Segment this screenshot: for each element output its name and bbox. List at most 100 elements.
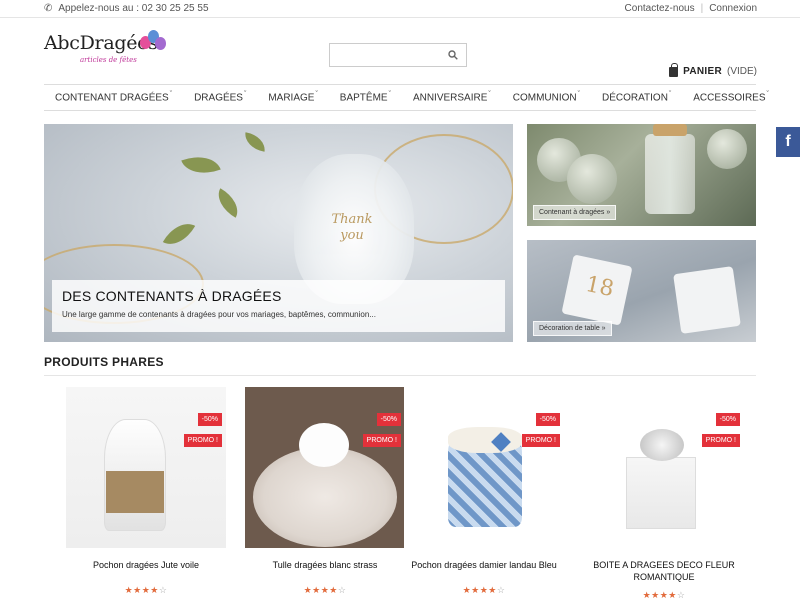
search-button[interactable] — [440, 44, 466, 66]
nav-label: MARIAGE — [268, 92, 315, 104]
star-icon: ☆ — [496, 585, 506, 595]
product-title[interactable]: BOITE A DRAGEES DECO FLEUR ROMANTIQUE — [584, 559, 744, 583]
cart[interactable]: PANIER (VIDE) — [669, 62, 757, 77]
contact-link[interactable]: Contactez-nous — [625, 3, 695, 14]
side-banner-label[interactable]: Décoration de table » — [533, 321, 612, 336]
section-title: PRODUITS PHARES — [44, 355, 164, 369]
login-link[interactable]: Connexion — [709, 3, 757, 14]
cactus-decoration — [707, 129, 747, 169]
box-shape — [626, 457, 696, 529]
hero-banner[interactable]: Thank you DES CONTENANTS À DRAGÉES Une l… — [44, 124, 513, 342]
discount-badge: -50% — [535, 413, 560, 426]
pouch-top — [448, 427, 522, 453]
chevron-down-icon: ˇ — [388, 91, 391, 99]
top-bar: ✆ Appelez-nous au : 02 30 25 25 55 Conta… — [0, 0, 800, 18]
nav-item-communion[interactable]: COMMUNIONˇ — [502, 91, 591, 103]
star-icon: ★★★★ — [462, 585, 497, 595]
nav-item-mariage[interactable]: MARIAGEˇ — [257, 91, 328, 103]
product-card[interactable]: -50% PROMO ! Tulle dragées blanc strass … — [245, 387, 405, 596]
side-banner-decoration[interactable]: 18 Décoration de table » — [527, 240, 756, 342]
top-links: Contactez-nous | Connexion — [625, 3, 757, 14]
star-icon: ★★★★ — [303, 585, 338, 595]
side-banner-label[interactable]: Contenant à dragées » — [533, 205, 617, 220]
chevron-down-icon: ˇ — [243, 91, 247, 99]
number-decoration: 18 — [583, 271, 616, 303]
facebook-icon[interactable]: f — [776, 127, 800, 157]
nav-label: DÉCORATION — [601, 92, 668, 104]
discount-badge: -50% — [197, 413, 222, 426]
chevron-down-icon: ˇ — [577, 91, 580, 99]
balloons-icon — [140, 30, 166, 52]
star-icon: ★★★★ — [642, 590, 677, 600]
discount-badge: -50% — [715, 413, 740, 426]
leaf-decoration — [211, 188, 245, 218]
discount-badge: -50% — [376, 413, 401, 426]
product-image[interactable]: -50% PROMO ! — [66, 387, 226, 548]
cart-label: PANIER — [683, 66, 722, 77]
flower-decoration — [640, 429, 684, 461]
side-banner-contenant[interactable]: Contenant à dragées » — [527, 124, 756, 226]
product-image[interactable]: -50% PROMO ! — [404, 387, 564, 548]
product-image[interactable]: -50% PROMO ! — [584, 387, 744, 548]
search-box — [329, 43, 467, 67]
header: AbcDragées articles de fêtes PANIER (VID… — [0, 18, 800, 82]
jute-band — [106, 471, 164, 513]
shopping-bag-icon — [669, 62, 679, 77]
phone-icon: ✆ — [44, 3, 53, 14]
plate-decoration: 18 — [561, 254, 633, 326]
nav-label: COMMUNION — [512, 92, 577, 104]
chevron-down-icon: ˇ — [169, 91, 173, 99]
leaf-decoration — [181, 148, 221, 182]
star-icon: ☆ — [158, 585, 168, 595]
nav-label: ANNIVERSAIRE — [412, 92, 488, 104]
hero-title: DES CONTENANTS À DRAGÉES — [62, 288, 282, 304]
top-separator: | — [700, 3, 704, 14]
nav-item-dragees[interactable]: DRAGÉESˇ — [183, 91, 257, 103]
product-title[interactable]: Pochon dragées damier landau Bleu — [404, 559, 564, 571]
nav-item-contenant-dragees[interactable]: CONTENANT DRAGÉESˇ — [44, 91, 183, 103]
star-icon: ☆ — [337, 585, 347, 595]
promo-badge: PROMO ! — [521, 434, 560, 447]
chevron-down-icon: ˇ — [488, 91, 491, 99]
product-title[interactable]: Pochon dragées Jute voile — [66, 559, 226, 571]
product-image[interactable]: -50% PROMO ! — [245, 387, 405, 548]
promo-badge: PROMO ! — [362, 434, 401, 447]
cart-state: (VIDE) — [727, 66, 757, 77]
product-title[interactable]: Tulle dragées blanc strass — [245, 559, 405, 571]
nav-label: CONTENANT DRAGÉES — [55, 92, 169, 104]
search-input[interactable] — [330, 44, 440, 66]
logo-tagline: articles de fêtes — [80, 56, 137, 64]
phone-info: ✆ Appelez-nous au : 02 30 25 25 55 — [44, 3, 209, 14]
glass-jar-image — [645, 124, 695, 214]
plate-decoration — [673, 266, 741, 334]
tulle-knot — [299, 423, 349, 467]
nav-label: ACCESSOIRES — [693, 92, 766, 104]
phone-text: Appelez-nous au : 02 30 25 25 55 — [58, 3, 209, 14]
logo[interactable]: AbcDragées articles de fêtes — [44, 30, 166, 64]
product-card[interactable]: -50% PROMO ! BOITE A DRAGEES DECO FLEUR … — [584, 387, 744, 601]
section-divider — [44, 375, 756, 376]
product-rating: ★★★★☆ — [245, 585, 405, 596]
cactus-decoration — [567, 154, 617, 204]
product-rating: ★★★★☆ — [584, 590, 744, 601]
product-rating: ★★★★☆ — [404, 585, 564, 596]
hero-text: Une large gamme de contenants à dragées … — [62, 310, 376, 319]
nav-label: DRAGÉES — [194, 92, 243, 104]
chevron-down-icon: ˇ — [766, 91, 769, 99]
chevron-down-icon: ˇ — [668, 91, 672, 99]
product-card[interactable]: -50% PROMO ! Pochon dragées damier landa… — [404, 387, 564, 596]
nav-item-accessoires[interactable]: ACCESSOIRESˇ — [682, 91, 780, 103]
nav-item-decoration[interactable]: DÉCORATIONˇ — [591, 91, 682, 103]
nav-item-anniversaire[interactable]: ANNIVERSAIREˇ — [402, 91, 502, 103]
product-card[interactable]: -50% PROMO ! Pochon dragées Jute voile ★… — [66, 387, 226, 596]
star-icon: ★★★★ — [124, 585, 159, 595]
product-rating: ★★★★☆ — [66, 585, 226, 596]
star-icon: ☆ — [676, 590, 686, 600]
hero-caption: DES CONTENANTS À DRAGÉES Une large gamme… — [52, 280, 505, 332]
search-icon — [448, 50, 458, 60]
main-nav: CONTENANT DRAGÉESˇ DRAGÉESˇ MARIAGEˇ BAP… — [44, 84, 769, 111]
nav-item-bapteme[interactable]: BAPTÊMEˇ — [329, 91, 402, 103]
leaf-decoration — [242, 132, 268, 152]
promo-badge: PROMO ! — [183, 434, 222, 447]
promo-badge: PROMO ! — [701, 434, 740, 447]
